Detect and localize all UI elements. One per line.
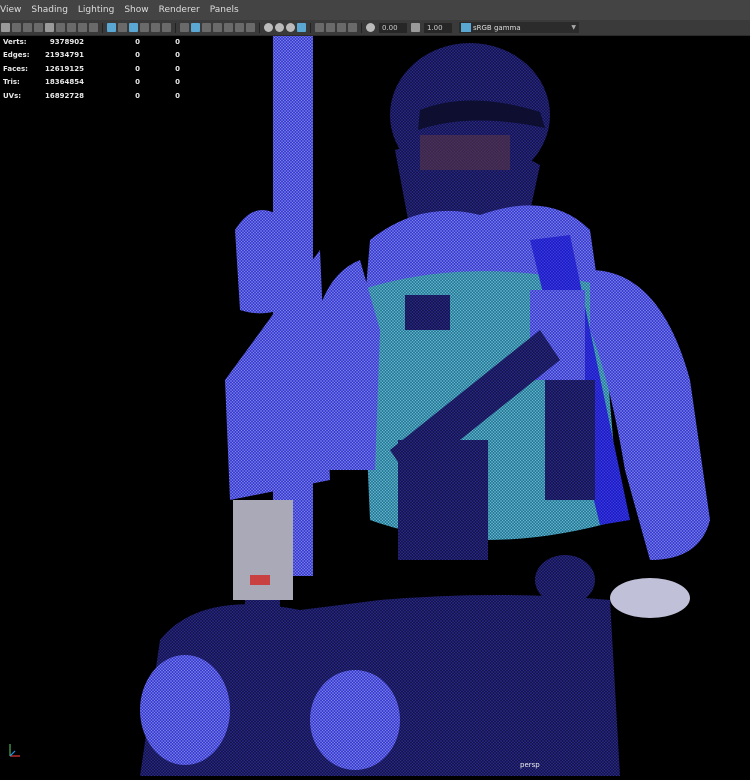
hud-row: Tris: 18364854 0 0 (3, 76, 180, 90)
hud-selected: 0 (135, 64, 140, 73)
menu-show[interactable]: Show (124, 5, 156, 15)
hud-value: 9378902 (49, 37, 84, 46)
isolate-select-icon[interactable] (180, 23, 189, 32)
xray-joints-icon[interactable] (202, 23, 211, 32)
hud-label: Faces: (3, 64, 28, 73)
multisample-aa-icon[interactable] (286, 23, 295, 32)
divider (175, 22, 176, 33)
hud-label: Edges: (3, 51, 30, 60)
smooth-shade-icon[interactable] (129, 23, 138, 32)
lock-camera-icon[interactable] (67, 23, 76, 32)
menu-panels[interactable]: Panels (210, 5, 247, 15)
image-plane-icon[interactable] (34, 23, 43, 32)
hud-component: 0 (175, 78, 180, 87)
divider (361, 22, 362, 33)
divider (102, 22, 103, 33)
camera-attributes-icon[interactable] (12, 23, 21, 32)
hud-component: 0 (175, 91, 180, 100)
color-space-dropdown[interactable]: sRGB gamma ▼ (459, 22, 579, 33)
menu-bar: View Shading Lighting Show Renderer Pane… (0, 0, 750, 20)
hud-component: 0 (175, 51, 180, 60)
hud-component: 0 (175, 37, 180, 46)
divider (310, 22, 311, 33)
hud-row: Verts: 9378902 0 0 (3, 35, 180, 49)
hud-icon[interactable] (315, 23, 324, 32)
hud-row: Faces: 12619125 0 0 (3, 62, 180, 76)
hud-row: UVs: 16892728 0 0 (3, 89, 180, 103)
color-management-icon (461, 23, 471, 32)
hud-selected: 0 (135, 37, 140, 46)
menu-lighting[interactable]: Lighting (78, 5, 122, 15)
exposure-field[interactable]: 0.00 (379, 22, 407, 33)
resolution-gate-icon[interactable] (89, 23, 98, 32)
color-space-label: sRGB gamma (473, 23, 521, 32)
menu-shading[interactable]: Shading (31, 5, 76, 15)
chevron-down-icon: ▼ (571, 24, 576, 31)
exposure-icon[interactable] (366, 23, 375, 32)
hud-selected: 0 (135, 91, 140, 100)
grid-icon[interactable] (107, 23, 116, 32)
screen-space-ao-icon[interactable] (264, 23, 273, 32)
xray-icon[interactable] (191, 23, 200, 32)
gamma-field[interactable]: 1.00 (424, 22, 452, 33)
wireframe-model-render (140, 36, 710, 776)
hud-row: Edges: 21934791 0 0 (3, 49, 180, 63)
2d-pan-zoom-icon[interactable] (45, 23, 54, 32)
field-chart-icon[interactable] (337, 23, 346, 32)
gamma-icon[interactable] (411, 23, 420, 32)
motion-blur-icon[interactable] (275, 23, 284, 32)
film-gate-icon[interactable] (78, 23, 87, 32)
wireframe-on-shaded-icon[interactable] (151, 23, 160, 32)
hud-label: Tris: (3, 78, 20, 87)
poly-count-hud: Verts: 9378902 0 0 Edges: 21934791 0 0 F… (3, 35, 180, 103)
safe-action-icon[interactable] (326, 23, 335, 32)
lighting-icon[interactable] (246, 23, 255, 32)
camera-name-label: persp (520, 761, 540, 769)
select-camera-icon[interactable] (1, 23, 10, 32)
hud-selected: 0 (135, 51, 140, 60)
all-lights-icon[interactable] (235, 23, 244, 32)
depth-of-field-icon[interactable] (297, 23, 306, 32)
hud-value: 12619125 (45, 64, 84, 73)
hud-value: 21934791 (45, 51, 84, 60)
hud-selected: 0 (135, 78, 140, 87)
grease-pencil-icon[interactable] (56, 23, 65, 32)
wireframe-icon[interactable] (118, 23, 127, 32)
use-default-material-icon[interactable] (140, 23, 149, 32)
panel-toolbar: 0.00 1.00 sRGB gamma ▼ (0, 20, 750, 36)
menu-renderer[interactable]: Renderer (159, 5, 208, 15)
viewport-3d[interactable] (0, 36, 750, 776)
hud-value: 16892728 (45, 91, 84, 100)
hud-label: UVs: (3, 91, 22, 100)
shadows-icon[interactable] (224, 23, 233, 32)
view-axis-icon (9, 744, 20, 757)
backface-culling-icon[interactable] (213, 23, 222, 32)
menu-view[interactable]: View (0, 5, 29, 15)
bookmark-icon[interactable] (23, 23, 32, 32)
divider (259, 22, 260, 33)
hud-value: 18364854 (45, 78, 84, 87)
hud-label: Verts: (3, 37, 27, 46)
hud-component: 0 (175, 64, 180, 73)
textured-icon[interactable] (162, 23, 171, 32)
gate-mask-icon[interactable] (348, 23, 357, 32)
